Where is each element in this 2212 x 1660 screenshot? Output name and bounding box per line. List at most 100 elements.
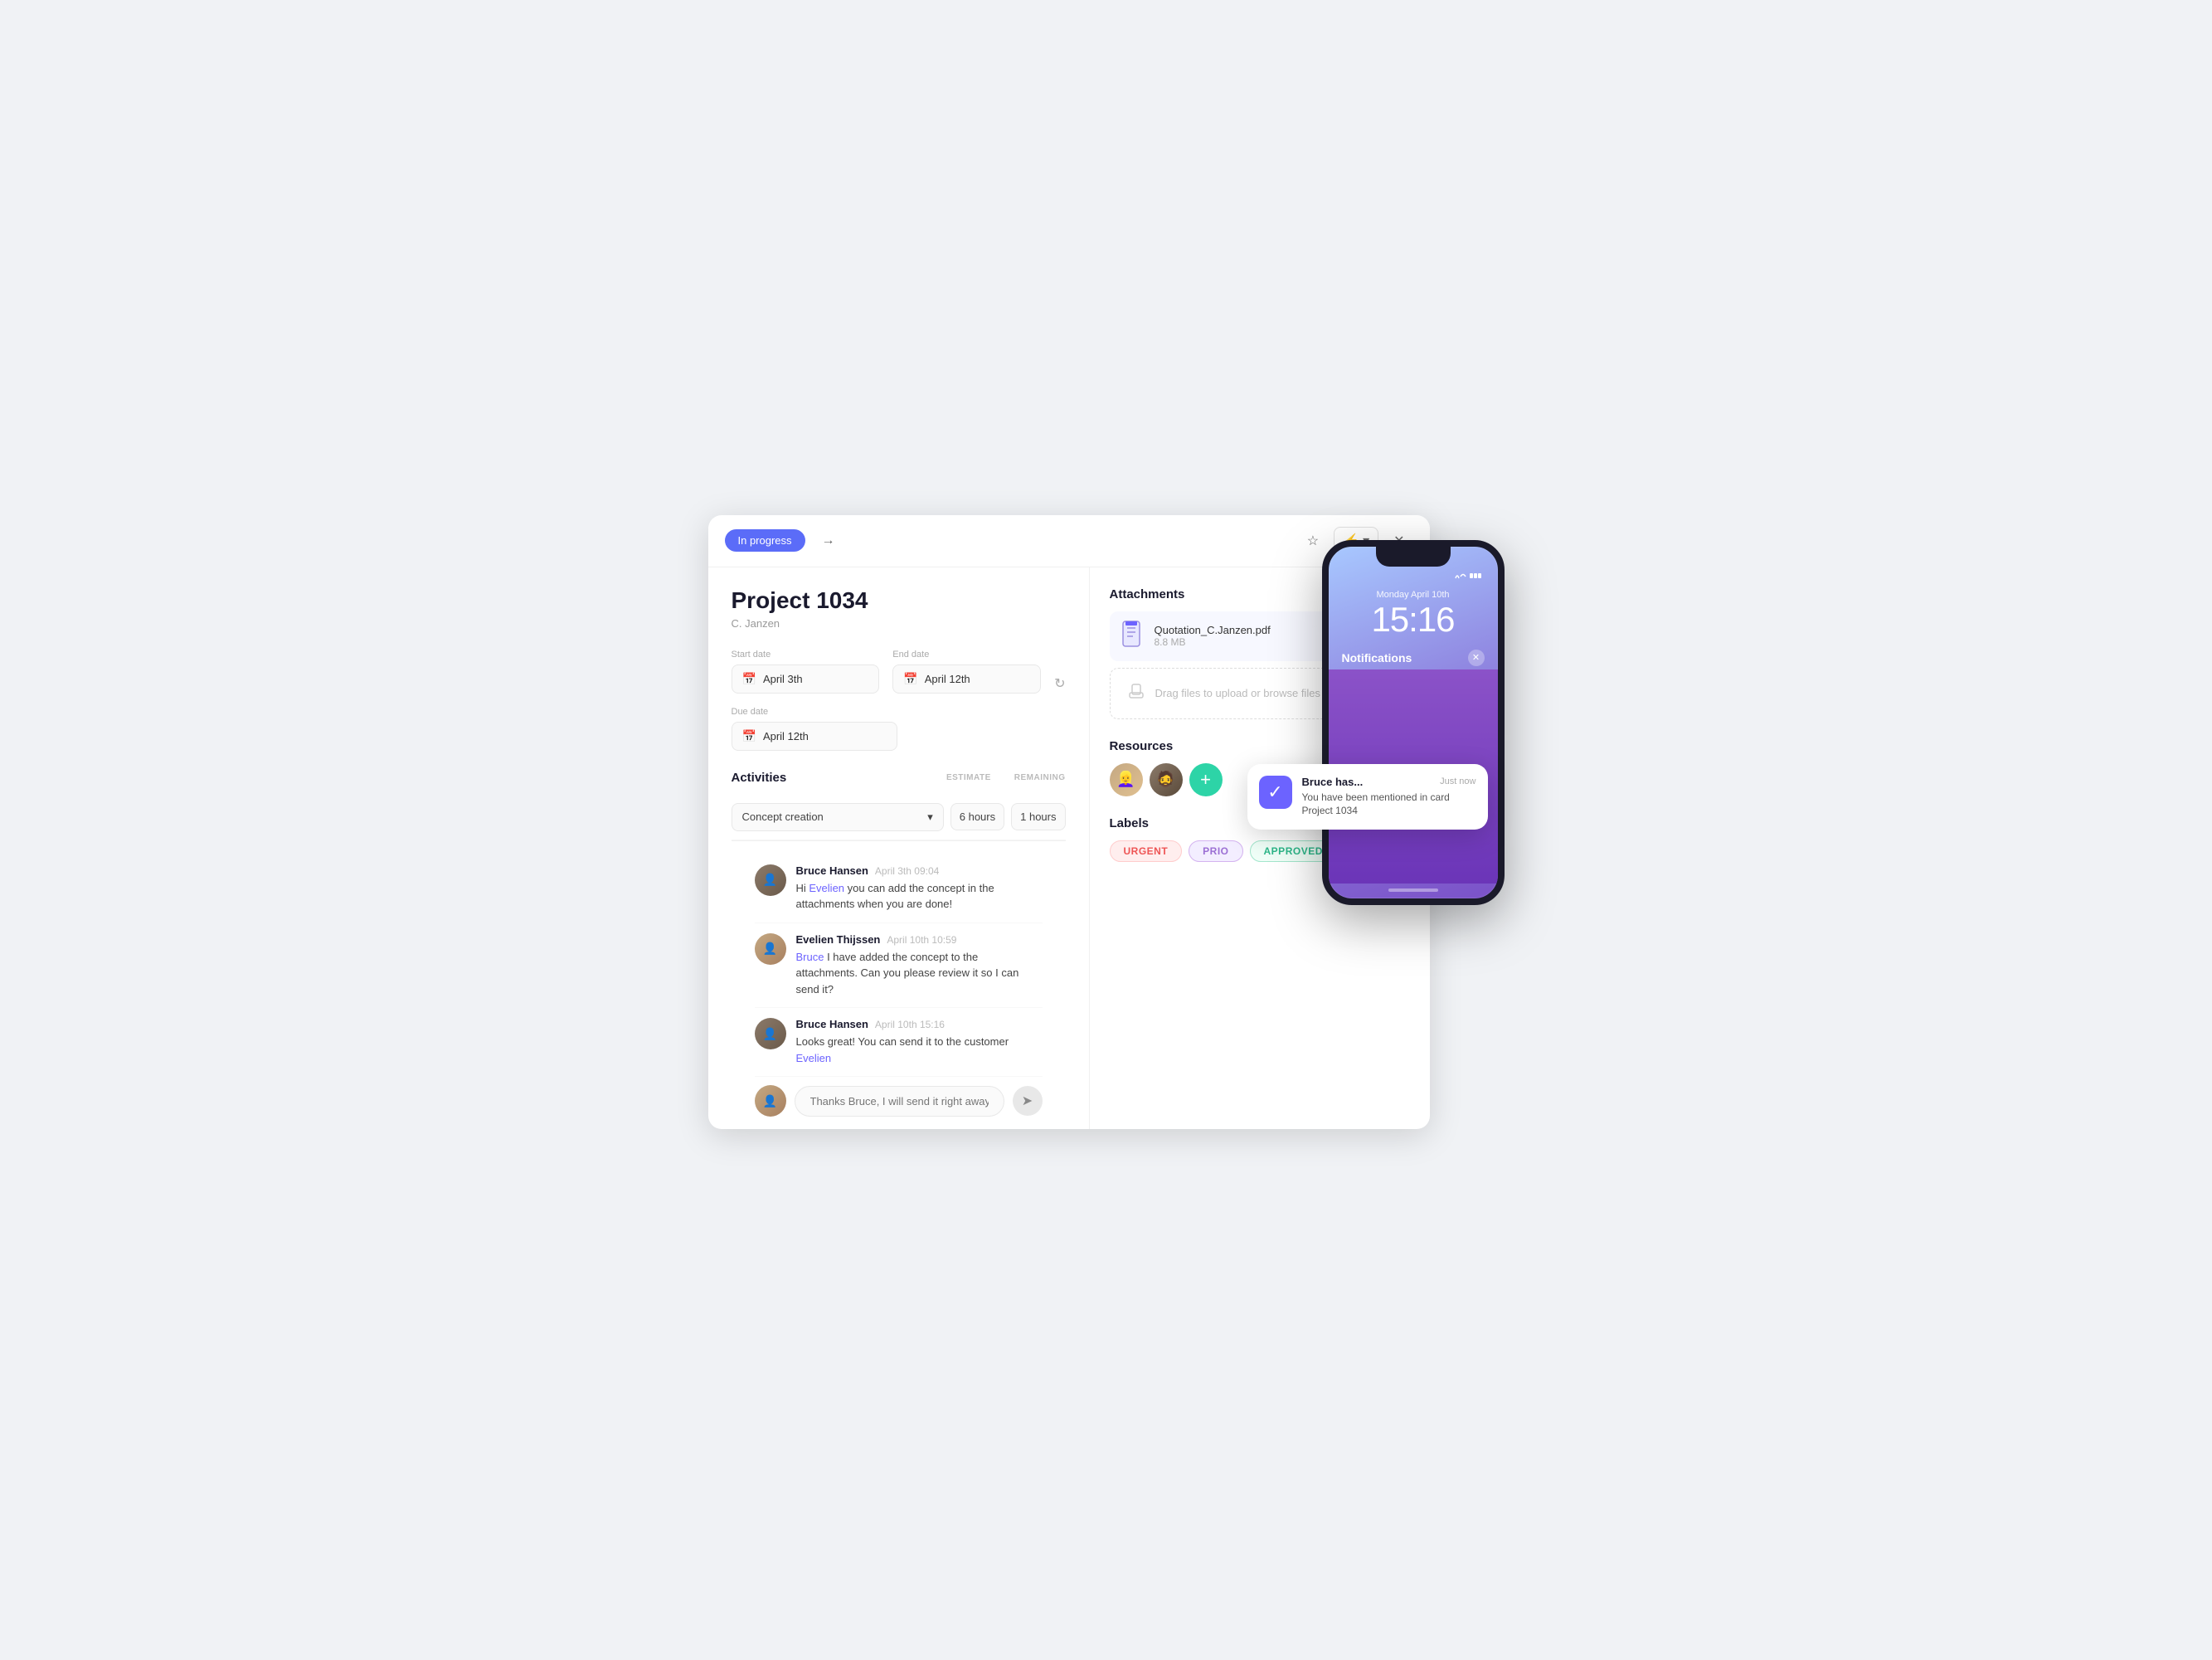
- activity-estimate: 6 hours: [950, 803, 1004, 830]
- comment-content-2: Evelien Thijssen April 10th 10:59 Bruce …: [796, 933, 1043, 998]
- phone-time: 15:16: [1329, 600, 1498, 640]
- activity-remaining: 1 hours: [1011, 803, 1065, 830]
- mention-1[interactable]: Evelien: [809, 882, 844, 894]
- avatar-bruce-1: 👤: [755, 864, 786, 896]
- comment-input-row: 👤 ➤: [755, 1077, 1043, 1120]
- scene: In progress → ☆ ⚡ ▾ ✕ Project 1034 C. Ja…: [708, 515, 1505, 1146]
- phone-icons: [1455, 572, 1485, 582]
- avatar-face-3: 👤: [755, 1018, 786, 1049]
- notif-line1: You have been mentioned in card: [1302, 791, 1450, 803]
- start-date-input[interactable]: 📅 April 3th: [732, 664, 880, 694]
- activities-title: Activities: [732, 771, 787, 785]
- dropdown-chevron: ▾: [927, 811, 933, 824]
- comment-item-1: 👤 Bruce Hansen April 3th 09:04 Hi Evelie…: [755, 854, 1043, 923]
- end-date-input[interactable]: 📅 April 12th: [892, 664, 1041, 694]
- resource-face-1: 👱‍♀️: [1110, 763, 1143, 796]
- card-header: In progress → ☆ ⚡ ▾ ✕: [708, 515, 1430, 567]
- comment-text-1: Hi Evelien you can add the concept in th…: [796, 880, 1043, 913]
- comment-item-3: 👤 Bruce Hansen April 10th 15:16 Looks gr…: [755, 1008, 1043, 1077]
- add-resource-button[interactable]: +: [1189, 763, 1223, 796]
- calendar-icon-2: 📅: [903, 672, 917, 686]
- end-date-value: April 12th: [925, 673, 970, 685]
- comment-content-3: Bruce Hansen April 10th 15:16 Looks grea…: [796, 1018, 1043, 1066]
- comment-author-3: Bruce Hansen: [796, 1018, 868, 1030]
- activities-section: Activities ESTIMATE REMAINING Concept cr…: [732, 771, 1066, 840]
- refresh-icon[interactable]: ↻: [1054, 675, 1065, 692]
- activity-row: Concept creation ▾ 6 hours 1 hours: [732, 795, 1066, 840]
- avatar-face-current: 👤: [755, 1085, 786, 1117]
- phone-notch: [1376, 547, 1451, 567]
- star-button[interactable]: ☆: [1299, 528, 1327, 554]
- comment-author-1: Bruce Hansen: [796, 864, 868, 877]
- comment-header-3: Bruce Hansen April 10th 15:16: [796, 1018, 1043, 1030]
- upload-text: Drag files to upload or browse files: [1155, 687, 1320, 699]
- col-headers: ESTIMATE REMAINING: [946, 773, 1066, 782]
- date-row: Start date 📅 April 3th End date 📅 April …: [732, 650, 1066, 694]
- comment-text-3: Looks great! You can send it to the cust…: [796, 1034, 1043, 1066]
- resource-avatar-1: 👱‍♀️: [1110, 763, 1143, 796]
- header-left: In progress →: [725, 528, 843, 553]
- avatar-current-user: 👤: [755, 1085, 786, 1117]
- notif-header: Bruce has... Just now: [1302, 776, 1476, 788]
- phone-home-bar: [1388, 888, 1438, 892]
- remaining-col-header: REMAINING: [1014, 773, 1066, 782]
- phone-notif-title: Notifications: [1342, 651, 1412, 664]
- notif-app-icon: ✓: [1259, 776, 1292, 809]
- activity-dropdown[interactable]: Concept creation ▾: [732, 803, 944, 831]
- avatar-face-2: 👤: [755, 933, 786, 965]
- phone-time-block: Monday April 10th 15:16: [1329, 583, 1498, 643]
- notification-popup: ✓ Bruce has... Just now You have been me…: [1247, 764, 1488, 830]
- due-date-value: April 12th: [763, 730, 809, 742]
- resource-avatar-2: 🧔: [1150, 763, 1183, 796]
- comment-input[interactable]: [795, 1086, 1004, 1117]
- comment-header-2: Evelien Thijssen April 10th 10:59: [796, 933, 1043, 946]
- end-date-label: End date: [892, 650, 1041, 660]
- start-date-value: April 3th: [763, 673, 803, 685]
- estimate-col-header: ESTIMATE: [946, 773, 991, 782]
- notif-text: You have been mentioned in card Project …: [1302, 791, 1476, 819]
- comment-date-3: April 10th 15:16: [875, 1019, 945, 1030]
- resource-face-2: 🧔: [1150, 763, 1183, 796]
- phone-status-bar: [1329, 567, 1498, 583]
- due-date-input[interactable]: 📅 April 12th: [732, 722, 897, 751]
- notif-line2: Project 1034: [1302, 805, 1358, 816]
- forward-button[interactable]: →: [814, 528, 843, 553]
- check-icon: ✓: [1267, 781, 1282, 803]
- avatar-bruce-2: 👤: [755, 1018, 786, 1049]
- end-date-field: End date 📅 April 12th: [892, 650, 1041, 694]
- notif-time: Just now: [1440, 776, 1475, 786]
- start-date-label: Start date: [732, 650, 880, 660]
- avatar-face: 👤: [755, 864, 786, 896]
- comment-content-1: Bruce Hansen April 3th 09:04 Hi Evelien …: [796, 864, 1043, 913]
- start-date-field: Start date 📅 April 3th: [732, 650, 880, 694]
- due-date-section: Due date 📅 April 12th: [732, 707, 1066, 751]
- phone-date: Monday April 10th: [1329, 590, 1498, 600]
- due-date-label: Due date: [732, 707, 1066, 717]
- calendar-icon-3: 📅: [742, 729, 756, 743]
- phone-notifications-header: Notifications ✕: [1329, 643, 1498, 669]
- comment-date-1: April 3th 09:04: [875, 865, 939, 877]
- file-icon: [1121, 620, 1145, 653]
- project-title: Project 1034: [732, 587, 1066, 614]
- notif-app-name: Bruce has...: [1302, 776, 1364, 788]
- comment-author-2: Evelien Thijssen: [796, 933, 881, 946]
- phone-mockup: Monday April 10th 15:16 Notifications ✕: [1322, 540, 1505, 905]
- mention-2[interactable]: Bruce: [796, 951, 824, 963]
- activity-name: Concept creation: [742, 811, 824, 823]
- label-urgent[interactable]: URGENT: [1110, 840, 1183, 862]
- label-prio[interactable]: PRIO: [1189, 840, 1242, 862]
- status-button[interactable]: In progress: [725, 529, 805, 552]
- avatar-evelien: 👤: [755, 933, 786, 965]
- comment-text-2: Bruce I have added the concept to the at…: [796, 949, 1043, 998]
- project-owner: C. Janzen: [732, 617, 1066, 630]
- left-panel: Project 1034 C. Janzen Start date 📅 Apri…: [708, 567, 1090, 1129]
- phone-notif-close[interactable]: ✕: [1468, 650, 1485, 666]
- calendar-icon: 📅: [742, 672, 756, 686]
- comment-date-2: April 10th 10:59: [887, 934, 956, 946]
- activities-header: Activities ESTIMATE REMAINING: [732, 771, 1066, 785]
- comment-header-1: Bruce Hansen April 3th 09:04: [796, 864, 1043, 877]
- upload-icon: [1127, 682, 1145, 705]
- send-button[interactable]: ➤: [1013, 1086, 1043, 1116]
- comments-section: 👤 Bruce Hansen April 3th 09:04 Hi Evelie…: [732, 840, 1066, 1122]
- mention-3[interactable]: Evelien: [796, 1052, 832, 1064]
